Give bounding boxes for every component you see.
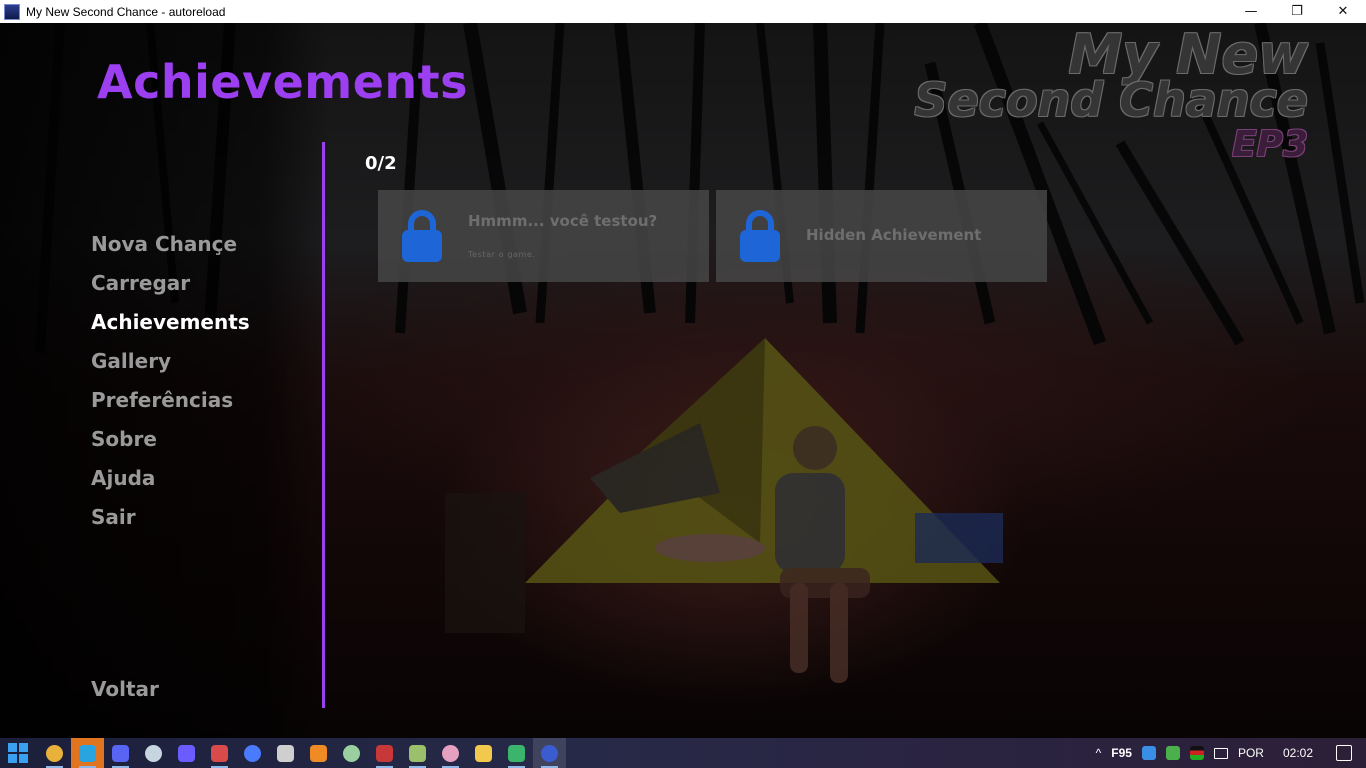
menu-item-preferencias[interactable]: Preferências — [91, 385, 250, 424]
achievement-name: Hmmm... você testou? — [468, 212, 658, 230]
anime-icon — [442, 744, 459, 762]
lock-icon — [402, 210, 442, 262]
app-icon — [4, 3, 20, 20]
cloud-icon — [310, 744, 327, 762]
audio-icon — [244, 744, 261, 762]
game-viewport: My New Second Chance EP3 Achievements No… — [0, 23, 1366, 738]
taskbar-app[interactable] — [401, 738, 434, 768]
tree-icon — [409, 744, 426, 762]
taskbar-app[interactable] — [104, 738, 137, 768]
window-title: My New Second Chance - autoreload — [26, 4, 226, 19]
back-button[interactable]: Voltar — [91, 677, 159, 701]
game-logo: My New Second Chance EP3 — [914, 27, 1308, 165]
windows-logo-icon — [19, 754, 28, 763]
chair — [445, 493, 525, 633]
menu-item-gallery[interactable]: Gallery — [91, 346, 250, 385]
menu-item-carregar[interactable]: Carregar — [91, 268, 250, 307]
achievement-description: Testar o game. — [468, 250, 536, 259]
menu-item-nova-chance[interactable]: Nova Chançe — [91, 229, 250, 268]
taskbar-app[interactable] — [500, 738, 533, 768]
taskbar: ^ F95 POR 02:02 — [0, 738, 1366, 768]
notifications-icon[interactable] — [1336, 745, 1352, 761]
tray-flag-icon[interactable] — [1189, 746, 1204, 760]
windows-logo-icon — [8, 754, 17, 763]
system-tray: ^ F95 POR 02:02 — [1091, 738, 1366, 768]
taskbar-app[interactable] — [71, 738, 104, 768]
clock[interactable]: 02:02 — [1283, 746, 1313, 760]
cooler-box — [915, 513, 1003, 563]
taskbar-app[interactable] — [302, 738, 335, 768]
tray-browser-icon[interactable] — [1141, 746, 1156, 760]
close-button[interactable]: ✕ — [1320, 0, 1366, 23]
tray-f95-icon[interactable]: F95 — [1111, 746, 1132, 760]
discord-icon — [112, 744, 129, 762]
title-bar: My New Second Chance - autoreload — ❐ ✕ — [0, 0, 1366, 23]
taskbar-app[interactable] — [38, 738, 71, 768]
chrome-icon — [46, 744, 63, 762]
menu-item-ajuda[interactable]: Ajuda — [91, 463, 250, 502]
minimize-button[interactable]: — — [1228, 0, 1274, 23]
menu-item-sair[interactable]: Sair — [91, 502, 250, 541]
obs-icon — [277, 744, 294, 762]
taskbar-app[interactable] — [467, 738, 500, 768]
tray-colors-icon[interactable] — [1165, 746, 1180, 760]
taskbar-app[interactable] — [236, 738, 269, 768]
taskbar-app[interactable] — [434, 738, 467, 768]
tray-chevron-icon[interactable]: ^ — [1096, 746, 1102, 760]
taskbar-app[interactable] — [269, 738, 302, 768]
achievement-card[interactable]: Hidden Achievement — [716, 190, 1047, 282]
menu-divider — [322, 142, 325, 708]
menu-item-sobre[interactable]: Sobre — [91, 424, 250, 463]
language-indicator[interactable]: POR — [1238, 746, 1264, 760]
steam-icon — [145, 744, 162, 762]
logo-episode: EP3 — [1231, 124, 1308, 165]
logo-line-2: Second Chance — [914, 73, 1308, 127]
restore-button[interactable]: ❐ — [1274, 0, 1320, 23]
lock-icon — [740, 210, 780, 262]
globe-icon — [508, 744, 525, 762]
media-icon — [178, 744, 195, 762]
game-icon — [541, 744, 558, 762]
telegram-icon — [79, 744, 96, 762]
main-menu: Nova Chançe Carregar Achievements Galler… — [91, 229, 250, 541]
taskbar-app[interactable] — [170, 738, 203, 768]
menu-item-achievements[interactable]: Achievements — [91, 307, 250, 346]
racing-icon — [211, 744, 228, 762]
start-button[interactable] — [8, 743, 28, 763]
achievement-name: Hidden Achievement — [806, 226, 982, 244]
windows-logo-icon — [8, 743, 17, 752]
taskbar-app[interactable] — [368, 738, 401, 768]
windows-logo-icon — [19, 743, 28, 752]
taskbar-app[interactable] — [533, 738, 566, 768]
taskbar-app[interactable] — [203, 738, 236, 768]
taskbar-app[interactable] — [137, 738, 170, 768]
monitor-icon — [343, 744, 360, 762]
network-icon[interactable] — [1213, 747, 1228, 759]
taskbar-apps — [38, 738, 566, 768]
screen-title: Achievements — [97, 55, 469, 109]
taskbar-app[interactable] — [335, 738, 368, 768]
folder-icon — [475, 744, 492, 762]
achievement-counter: 0/2 — [365, 153, 397, 174]
f95-icon — [376, 744, 393, 762]
achievement-card[interactable]: Hmmm... você testou? Testar o game. — [378, 190, 709, 282]
window-controls: — ❐ ✕ — [1228, 0, 1366, 23]
